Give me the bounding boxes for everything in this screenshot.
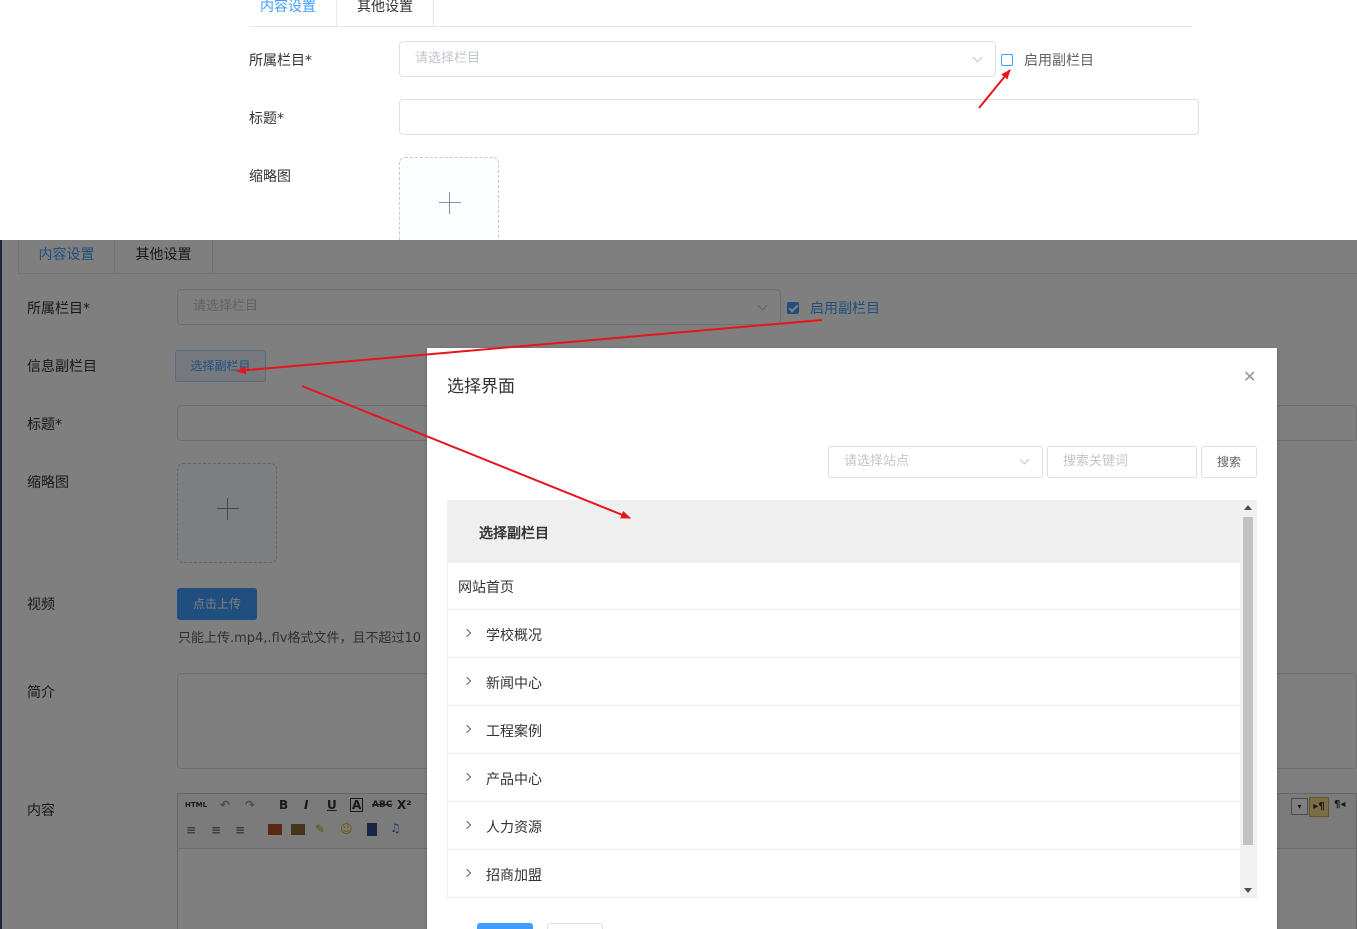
arrow-to-select-button (236, 319, 823, 375)
arrow-to-dialog (301, 385, 631, 519)
annotation-arrows (236, 69, 1011, 519)
arrow-to-checkbox (978, 69, 1011, 109)
